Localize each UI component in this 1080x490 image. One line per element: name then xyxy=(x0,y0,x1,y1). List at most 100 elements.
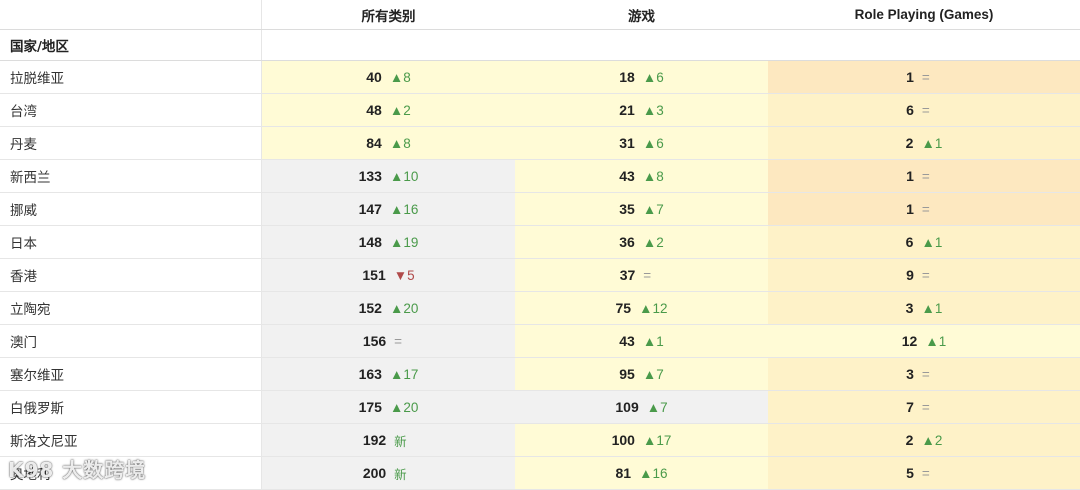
rank-unchanged-icon: = xyxy=(921,69,930,85)
table-row[interactable]: 立陶宛 152 ▲20 75 ▲12 3 ▲1 xyxy=(0,292,1080,325)
rank-cell-c1: 200 新 xyxy=(262,457,515,489)
rank-change-up: ▲16 xyxy=(639,466,667,481)
table-row[interactable]: 澳门 156 = 43 ▲1 12 ▲1 xyxy=(0,325,1080,358)
header-games[interactable]: 游戏 xyxy=(515,0,768,29)
country-name: 香港 xyxy=(0,259,262,291)
table-row[interactable]: 斯洛文尼亚 192 新 100 ▲17 2 ▲2 xyxy=(0,424,1080,457)
header-all-categories[interactable]: 所有类别 xyxy=(262,0,515,29)
rank-unchanged-icon: = xyxy=(394,333,403,349)
country-name: 拉脱维亚 xyxy=(0,61,262,93)
arrow-up-icon: ▲ xyxy=(389,102,404,118)
country-name: 日本 xyxy=(0,226,262,258)
rank-cell-c2: 109 ▲7 xyxy=(515,391,768,423)
rank-cell-c1: 148 ▲19 xyxy=(262,226,515,258)
rank-cell-c2: 95 ▲7 xyxy=(515,358,768,390)
rank-change-up: ▲3 xyxy=(643,103,664,118)
rank-unchanged-icon: = xyxy=(643,267,652,283)
rank-unchanged-icon: = xyxy=(921,465,930,481)
rank-value: 3 xyxy=(905,300,914,316)
table-row[interactable]: 白俄罗斯 175 ▲20 109 ▲7 7 = xyxy=(0,391,1080,424)
rank-change-up: ▲6 xyxy=(643,70,664,85)
rank-value: 6 xyxy=(906,102,914,118)
country-name: 奥地利 xyxy=(0,457,262,489)
rank-change-value: 2 xyxy=(403,102,411,118)
header-role-playing[interactable]: Role Playing (Games) xyxy=(768,0,1080,29)
table-row[interactable]: 挪威 147 ▲16 35 ▲7 1 = xyxy=(0,193,1080,226)
table-row[interactable]: 丹麦 84 ▲8 31 ▲6 2 ▲1 xyxy=(0,127,1080,160)
table-body: 拉脱维亚 40 ▲8 18 ▲6 1 = 台湾 48 ▲2 21 ▲3 6 = 丹麦 84 ▲8 31 ▲6 2 ▲1 新… xyxy=(0,61,1080,490)
rank-value: 9 xyxy=(906,267,914,283)
arrow-up-icon: ▲ xyxy=(642,201,657,217)
rank-change-value: 8 xyxy=(403,135,411,151)
rank-value: 75 xyxy=(615,300,632,316)
column-label-country: 国家/地区 xyxy=(0,30,262,60)
rank-value: 175 xyxy=(358,399,382,415)
rank-cell-c3: 1 = xyxy=(768,193,1080,225)
rank-value: 163 xyxy=(358,366,382,382)
rank-change-value: 6 xyxy=(656,135,664,151)
rank-change-up: ▲8 xyxy=(390,136,411,151)
rank-unchanged-icon: = xyxy=(921,399,930,415)
rank-value: 5 xyxy=(906,465,914,481)
rank-change-value: 10 xyxy=(403,168,419,184)
rank-value: 40 xyxy=(366,69,382,85)
arrow-down-icon: ▼ xyxy=(393,267,408,283)
rank-cell-c3: 2 ▲1 xyxy=(768,127,1080,159)
table-row[interactable]: 奥地利 200 新 81 ▲16 5 = xyxy=(0,457,1080,490)
country-name: 立陶宛 xyxy=(0,292,262,324)
country-name: 塞尔维亚 xyxy=(0,358,262,390)
rank-change-up: ▲8 xyxy=(390,70,411,85)
rank-cell-c3: 1 = xyxy=(768,61,1080,93)
rank-unchanged-icon: = xyxy=(921,102,930,118)
arrow-up-icon: ▲ xyxy=(389,201,404,217)
rank-change-up: ▲17 xyxy=(390,367,418,382)
rank-new-badge: 新 xyxy=(394,466,407,482)
rank-unchanged-icon: = xyxy=(921,201,930,217)
rank-change-value: 6 xyxy=(656,69,664,85)
rank-cell-c1: 40 ▲8 xyxy=(262,61,515,93)
country-name: 丹麦 xyxy=(0,127,262,159)
country-name: 白俄罗斯 xyxy=(0,391,262,423)
country-name: 澳门 xyxy=(0,325,262,357)
arrow-up-icon: ▲ xyxy=(921,300,935,316)
rank-change-value: 8 xyxy=(403,69,411,85)
rank-value: 156 xyxy=(362,333,387,349)
rank-change-value: 3 xyxy=(656,102,664,118)
rank-cell-c2: 18 ▲6 xyxy=(515,61,768,93)
arrow-up-icon: ▲ xyxy=(639,300,653,316)
rank-value: 48 xyxy=(366,102,382,118)
arrow-up-icon: ▲ xyxy=(389,300,404,316)
table-row[interactable]: 日本 148 ▲19 36 ▲2 6 ▲1 xyxy=(0,226,1080,259)
arrow-up-icon: ▲ xyxy=(921,135,935,151)
rank-unchanged-icon: = xyxy=(921,366,930,382)
rank-cell-c2: 36 ▲2 xyxy=(515,226,768,258)
rank-new-badge: 新 xyxy=(394,433,407,449)
arrow-up-icon: ▲ xyxy=(642,432,657,448)
table-row[interactable]: 台湾 48 ▲2 21 ▲3 6 = xyxy=(0,94,1080,127)
rank-value: 1 xyxy=(906,168,914,184)
rank-change-value: 5 xyxy=(407,267,415,283)
table-row[interactable]: 香港 151 ▼5 37 = 9 = xyxy=(0,259,1080,292)
arrow-up-icon: ▲ xyxy=(921,432,935,448)
rank-change-up: ▲6 xyxy=(643,136,664,151)
rank-cell-c3: 9 = xyxy=(768,259,1080,291)
rank-value: 12 xyxy=(901,333,918,349)
rank-cell-c3: 7 = xyxy=(768,391,1080,423)
rank-value: 43 xyxy=(619,333,635,349)
table-row[interactable]: 塞尔维亚 163 ▲17 95 ▲7 3 = xyxy=(0,358,1080,391)
rank-value: 6 xyxy=(905,234,914,250)
rank-cell-c3: 6 ▲1 xyxy=(768,226,1080,258)
rank-cell-c2: 43 ▲8 xyxy=(515,160,768,192)
rank-value: 2 xyxy=(905,135,914,151)
rank-cell-c3: 2 ▲2 xyxy=(768,424,1080,456)
rank-change-value: 7 xyxy=(656,201,664,217)
country-name: 新西兰 xyxy=(0,160,262,192)
table-row[interactable]: 新西兰 133 ▲10 43 ▲8 1 = xyxy=(0,160,1080,193)
rank-value: 84 xyxy=(366,135,382,151)
arrow-up-icon: ▲ xyxy=(389,399,404,415)
arrow-up-icon: ▲ xyxy=(639,465,653,481)
rank-change-value: 1 xyxy=(934,135,943,151)
table-row[interactable]: 拉脱维亚 40 ▲8 18 ▲6 1 = xyxy=(0,61,1080,94)
rank-cell-c1: 48 ▲2 xyxy=(262,94,515,126)
rank-change-up: ▲7 xyxy=(643,367,664,382)
